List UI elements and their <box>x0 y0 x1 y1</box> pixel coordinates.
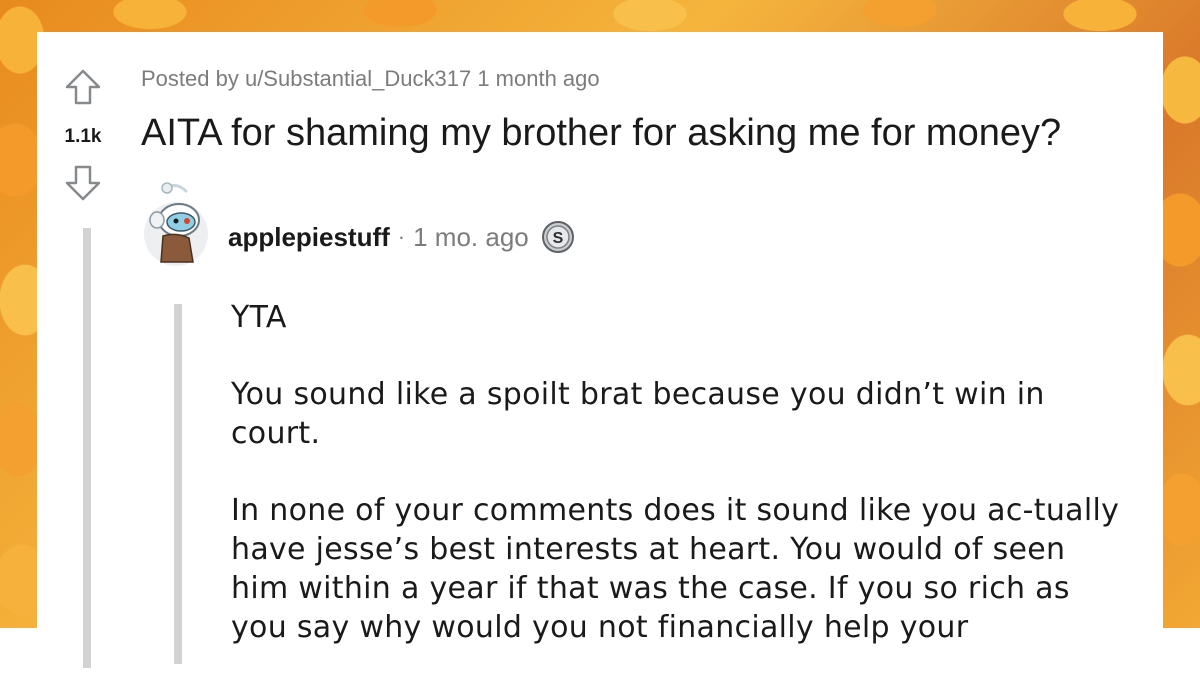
post-card: 1.1k Posted by u/Substantial_Duck317 1 m… <box>37 32 1163 668</box>
comment-paragraph: You sound like a spoilt brat because you… <box>231 377 1045 451</box>
silver-award-icon[interactable]: S <box>541 220 575 254</box>
thread-collapse-line[interactable] <box>83 228 91 668</box>
post-title[interactable]: AITA for shaming my brother for asking m… <box>141 112 1061 155</box>
comment-paragraph: YTA <box>231 300 287 335</box>
separator-dot: · <box>397 224 406 249</box>
avatar[interactable] <box>143 180 209 268</box>
comment-username[interactable]: applepiestuff <box>228 222 390 253</box>
downvote-icon[interactable] <box>63 163 103 203</box>
comment-header: applepiestuff · 1 mo. ago S <box>228 220 575 254</box>
comment-paragraph: In none of your comments does it sound l… <box>231 493 1120 645</box>
post-meta: Posted by u/Substantial_Duck317 1 month … <box>141 66 600 91</box>
comment-body: YTA You sound like a spoilt brat because… <box>231 298 1131 685</box>
comment-collapse-line[interactable] <box>174 304 182 664</box>
comment-timestamp[interactable]: 1 mo. ago <box>413 222 529 253</box>
vote-score: 1.1k <box>64 126 102 147</box>
upvote-icon[interactable] <box>63 67 103 107</box>
svg-text:S: S <box>552 230 563 247</box>
